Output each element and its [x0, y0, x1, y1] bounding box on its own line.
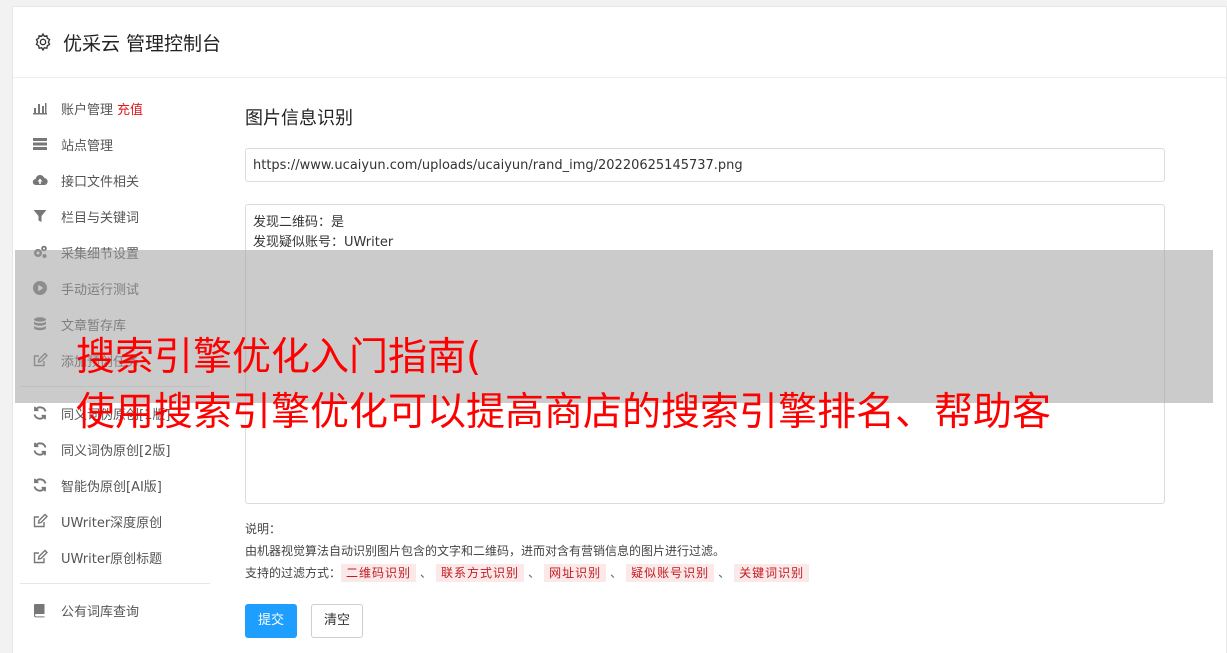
edit-icon [32, 513, 48, 529]
sidebar-item-label: 栏目与关键词 [61, 210, 140, 226]
sidebar-item-label: 站点管理 [61, 138, 114, 154]
sidebar-item[interactable]: 站点管理 [20, 126, 210, 162]
sidebar-item-label: 公有词库查询 [61, 604, 140, 620]
filter-icon [32, 208, 48, 224]
sidebar-item-label: 同义词伪原创[2版] [61, 443, 171, 459]
desc-text: 由机器视觉算法自动识别图片包含的文字和二维码，进而对含有营销信息的图片进行过滤。 [245, 544, 726, 558]
server-icon [32, 136, 48, 152]
sidebar-item-label: UWriter原创标题 [61, 551, 163, 567]
sidebar-item[interactable]: 栏目与关键词 [20, 198, 210, 234]
tag-separator: 、 [528, 566, 541, 580]
sidebar-item[interactable]: UWriter原创标题 [20, 539, 210, 575]
desc-label: 说明： [245, 522, 282, 536]
sidebar-item[interactable]: 智能伪原创[AI版] [20, 467, 210, 503]
cloud-upload-icon [32, 172, 48, 188]
bar-chart-icon [32, 100, 48, 116]
filter-tag: 二维码识别 [341, 564, 417, 582]
sidebar-item-label: 智能伪原创[AI版] [61, 479, 162, 495]
sidebar-item[interactable]: UWriter深度原创 [20, 503, 210, 539]
tag-separator: 、 [610, 566, 623, 580]
refresh-icon [32, 441, 48, 457]
filter-tag: 联系方式识别 [436, 564, 525, 582]
image-url-input[interactable] [245, 148, 1165, 182]
filter-label: 支持的过滤方式： [245, 566, 342, 580]
tag-separator: 、 [718, 566, 731, 580]
sidebar-item[interactable]: 账户管理 充值 [20, 90, 210, 126]
submit-button[interactable]: 提交 [245, 604, 298, 638]
sidebar-item-label: UWriter深度原创 [61, 515, 163, 531]
button-row: 提交 清空 [245, 604, 1165, 638]
filter-tag: 网址识别 [544, 564, 607, 582]
edit-icon [32, 549, 48, 565]
refresh-icon [32, 405, 48, 421]
sidebar-item-label: 账户管理 [61, 102, 114, 118]
description: 说明： 由机器视觉算法自动识别图片包含的文字和二维码，进而对含有营销信息的图片进… [245, 518, 1165, 584]
panel-header: 优采云 管理控制台 [13, 7, 1226, 78]
clear-button[interactable]: 清空 [311, 604, 364, 638]
recharge-link[interactable]: 充值 [117, 99, 143, 118]
filter-methods: 支持的过滤方式： 二维码识别、联系方式识别、网址识别、疑似账号识别、关键词识别 [245, 562, 1165, 584]
book-icon [32, 602, 48, 618]
filter-tag: 疑似账号识别 [626, 564, 715, 582]
sidebar-item[interactable]: 公有词库查询 [20, 592, 210, 628]
refresh-icon [32, 477, 48, 493]
page-title: 优采云 管理控制台 [63, 32, 222, 55]
section-title: 图片信息识别 [245, 108, 353, 129]
gear-icon [35, 32, 51, 52]
filter-tag: 关键词识别 [734, 564, 810, 582]
overlay-line-2: 使用搜索引擎优化可以提高商店的搜索引擎排名、帮助客 [76, 390, 1052, 435]
nav-divider [20, 583, 210, 584]
sidebar-item-label: 接口文件相关 [61, 174, 140, 190]
overlay-line-1: 搜索引擎优化入门指南( [76, 335, 482, 380]
sidebar-item[interactable]: 接口文件相关 [20, 162, 210, 198]
overlay-caption: 搜索引擎优化入门指南( 使用搜索引擎优化可以提高商店的搜索引擎排名、帮助客 [76, 330, 1216, 440]
tag-separator: 、 [420, 566, 433, 580]
